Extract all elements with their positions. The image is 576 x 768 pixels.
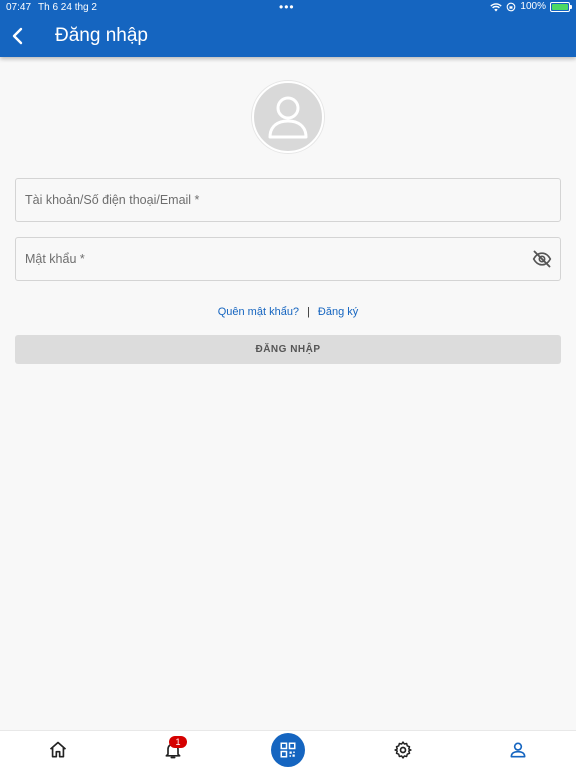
- avatar[interactable]: [252, 81, 324, 153]
- battery-percent: 100%: [520, 1, 546, 12]
- orientation-lock-icon: [507, 2, 516, 11]
- qr-code-icon: [280, 742, 296, 758]
- back-button[interactable]: [6, 24, 30, 48]
- login-button[interactable]: ĐĂNG NHẬP: [15, 335, 561, 364]
- multitask-dots[interactable]: •••: [279, 0, 295, 14]
- gear-icon: [394, 741, 412, 759]
- battery-icon: [550, 1, 572, 12]
- account-input[interactable]: [16, 179, 560, 221]
- status-indicators: 100%: [490, 1, 572, 12]
- nav-account[interactable]: [508, 740, 528, 760]
- nav-settings[interactable]: [393, 740, 413, 760]
- page-title: Đăng nhập: [55, 25, 148, 46]
- account-field: [15, 178, 561, 222]
- app-header: 07:47 Th 6 24 thg 2 ••• 100% Đăng nhập: [0, 0, 576, 57]
- notification-badge: 1: [169, 736, 187, 748]
- bottom-nav: 1: [0, 730, 576, 768]
- auth-links: Quên mật khẩu? | Đăng ký: [0, 306, 576, 318]
- forgot-password-link[interactable]: Quên mật khẩu?: [218, 306, 299, 318]
- password-field: [15, 237, 561, 281]
- eye-off-icon[interactable]: [532, 249, 552, 269]
- status-date: Th 6 24 thg 2: [38, 2, 97, 13]
- person-icon: [510, 742, 526, 758]
- chevron-left-icon: [12, 27, 23, 45]
- link-separator: |: [307, 306, 310, 318]
- person-placeholder-icon: [268, 96, 308, 139]
- register-link[interactable]: Đăng ký: [318, 306, 358, 318]
- status-time: 07:47: [6, 2, 32, 13]
- wifi-icon: [490, 2, 503, 11]
- password-input[interactable]: [16, 238, 560, 280]
- home-icon: [49, 741, 67, 758]
- nav-qr-scan[interactable]: [271, 733, 305, 767]
- nav-home[interactable]: [48, 740, 68, 760]
- status-bar: 07:47 Th 6 24 thg 2 ••• 100%: [0, 0, 576, 16]
